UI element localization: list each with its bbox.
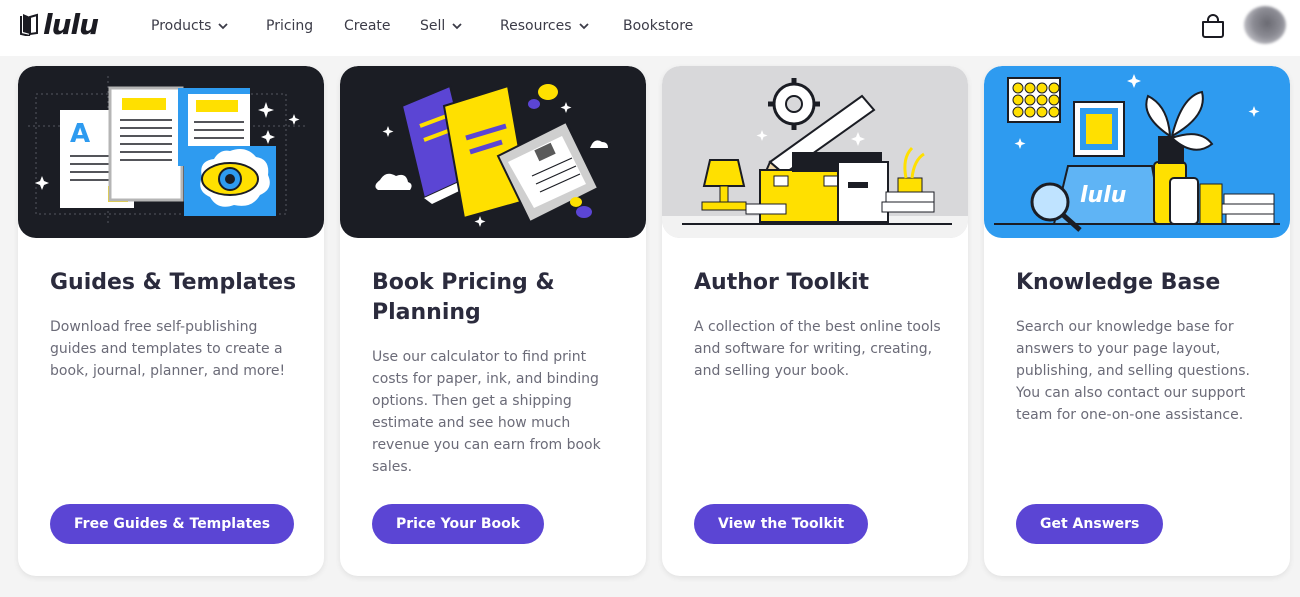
card-author-toolkit: Author Toolkit A collection of the best … bbox=[662, 66, 968, 576]
nav-resources[interactable]: Resources bbox=[500, 16, 589, 36]
nav-label: Sell bbox=[420, 18, 446, 34]
lulu-logo[interactable]: lulu bbox=[20, 7, 99, 41]
card-title: Author Toolkit bbox=[694, 270, 870, 295]
user-avatar[interactable] bbox=[1244, 6, 1286, 44]
price-your-book-button[interactable]: Price Your Book bbox=[372, 504, 545, 544]
chevron-down-icon bbox=[218, 23, 229, 30]
knowledge-base-illustration: lulu bbox=[984, 66, 1290, 238]
card-description: Use our calculator to find print costs f… bbox=[372, 349, 601, 475]
shopping-bag-icon[interactable] bbox=[1200, 13, 1226, 39]
card-description: Search our knowledge base for answers to… bbox=[1016, 319, 1250, 423]
nav-label: Create bbox=[344, 18, 391, 34]
nav-sell[interactable]: Sell bbox=[420, 16, 462, 36]
site-header: lulu Products Pricing Create Sell Resour… bbox=[0, 0, 1300, 56]
card-description: A collection of the best online tools an… bbox=[694, 319, 941, 379]
nav-products[interactable]: Products bbox=[151, 16, 229, 36]
svg-text:lulu: lulu bbox=[1080, 183, 1126, 208]
nav-label: Pricing bbox=[266, 18, 314, 34]
nav-label: Resources bbox=[500, 18, 572, 34]
free-guides-templates-button[interactable]: Free Guides & Templates bbox=[50, 504, 295, 544]
card-title: Knowledge Base bbox=[1016, 270, 1221, 295]
card-book-pricing: Book Pricing & Planning Use our calculat… bbox=[340, 66, 646, 576]
card-title: Guides & Templates bbox=[50, 270, 297, 295]
card-knowledge-base: lulu Knowledge Base Search our knowledge… bbox=[984, 66, 1290, 576]
card-description: Download free self-publishing guides and… bbox=[50, 319, 286, 379]
author-toolkit-illustration bbox=[662, 66, 968, 238]
card-guides-templates: A Guides & Templates Download free self-… bbox=[18, 66, 324, 576]
chevron-down-icon bbox=[578, 23, 589, 30]
book-pricing-illustration bbox=[340, 66, 646, 238]
guides-illustration: A bbox=[18, 66, 324, 238]
svg-text:A: A bbox=[70, 119, 90, 149]
nav-pricing[interactable]: Pricing bbox=[266, 16, 313, 36]
chevron-down-icon bbox=[452, 23, 462, 30]
book-logo-icon bbox=[20, 13, 38, 36]
nav-bookstore[interactable]: Bookstore bbox=[623, 16, 693, 36]
nav-label: Bookstore bbox=[623, 18, 694, 34]
nav-create[interactable]: Create bbox=[344, 16, 391, 36]
view-the-toolkit-button[interactable]: View the Toolkit bbox=[694, 504, 869, 544]
get-answers-button[interactable]: Get Answers bbox=[1016, 504, 1164, 544]
card-title: Book Pricing & Planning bbox=[372, 270, 555, 325]
logo-text: lulu bbox=[43, 7, 99, 41]
nav-label: Products bbox=[151, 18, 212, 34]
